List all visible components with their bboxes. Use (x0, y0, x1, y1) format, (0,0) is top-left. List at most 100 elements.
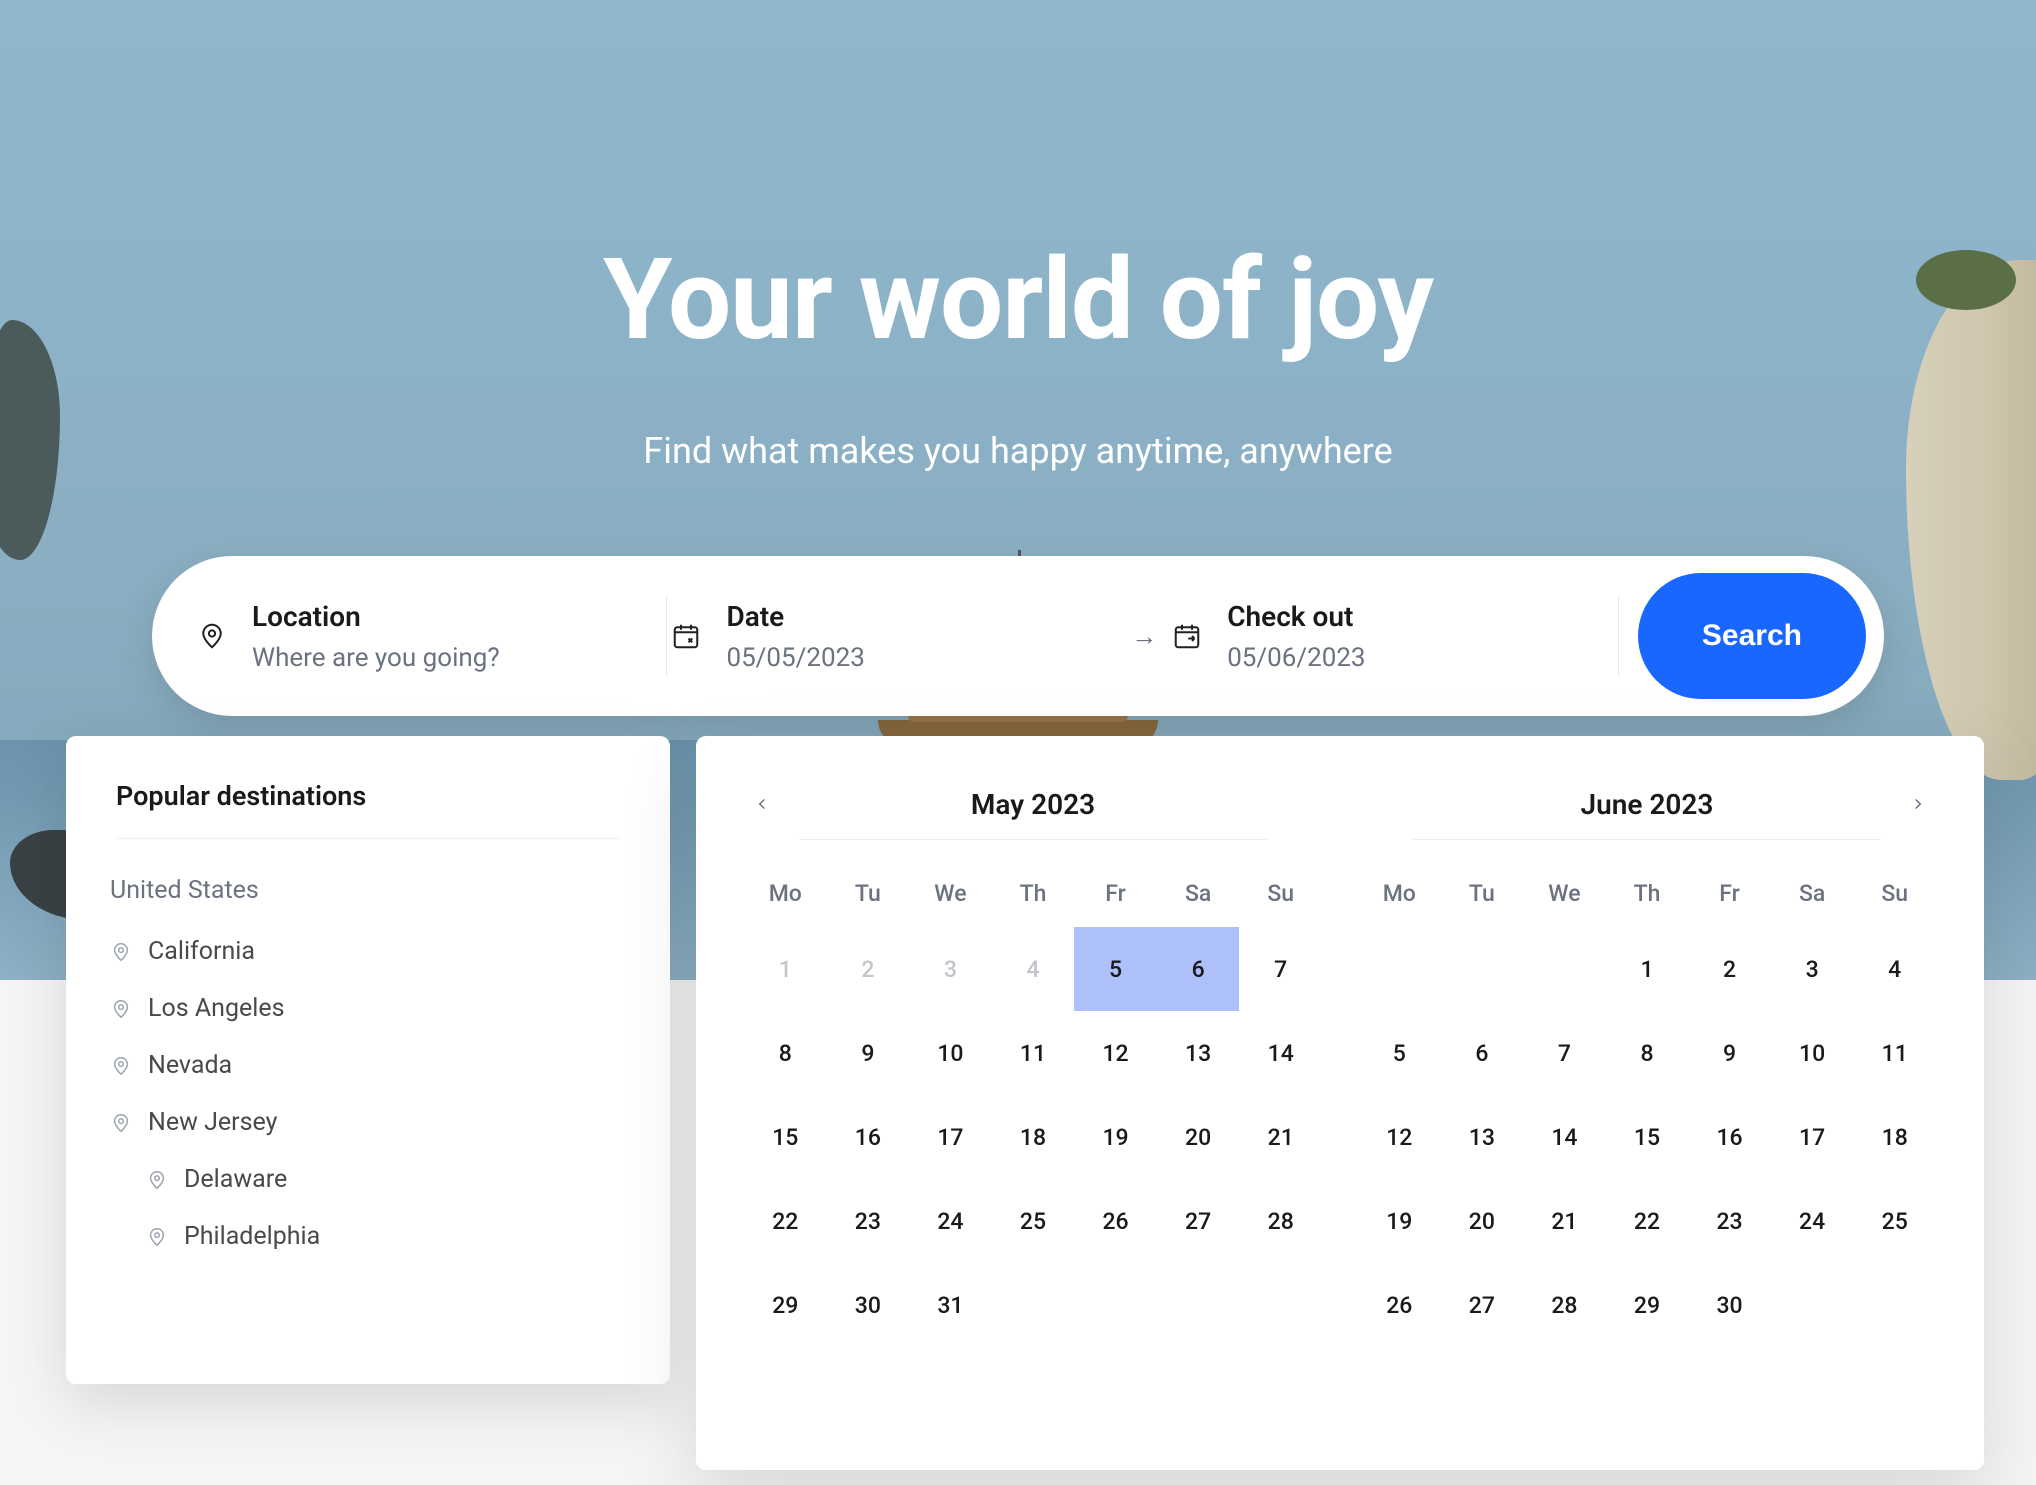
calendar-day[interactable]: 21 (1239, 1095, 1322, 1179)
destination-item[interactable]: Nevada (110, 1037, 622, 1094)
calendar-day[interactable]: 7 (1239, 927, 1322, 1011)
calendar-day[interactable]: 14 (1523, 1095, 1606, 1179)
calendar-day[interactable]: 20 (1441, 1179, 1524, 1263)
calendar-day[interactable]: 9 (1688, 1011, 1771, 1095)
location-pin-icon (146, 1169, 168, 1191)
calendar-day[interactable]: 1 (1606, 927, 1689, 1011)
calendar-day[interactable]: 21 (1523, 1179, 1606, 1263)
calendar-day[interactable]: 10 (909, 1011, 992, 1095)
destination-item[interactable]: Philadelphia (110, 1208, 622, 1265)
calendar-day[interactable]: 14 (1239, 1011, 1322, 1095)
calendar-day[interactable]: 5 (1358, 1011, 1441, 1095)
location-segment[interactable]: Location Where are you going? (194, 600, 668, 673)
calendar-day[interactable]: 29 (1606, 1263, 1689, 1347)
calendar-day[interactable]: 3 (1771, 927, 1854, 1011)
calendar-day-empty (1523, 927, 1606, 1011)
destination-name: New Jersey (148, 1108, 277, 1137)
calendar-day[interactable]: 31 (909, 1263, 992, 1347)
calendar-day-empty (992, 1263, 1075, 1347)
destination-group-label: United States (110, 876, 622, 905)
calendar-day-empty (1441, 927, 1524, 1011)
calendar-day[interactable]: 23 (1688, 1179, 1771, 1263)
calendar-day[interactable]: 5 (1074, 927, 1157, 1011)
calendar-day[interactable]: 12 (1358, 1095, 1441, 1179)
calendar-day[interactable]: 19 (1074, 1095, 1157, 1179)
calendar-day-empty (1771, 1263, 1854, 1347)
checkout-segment[interactable]: Check out 05/06/2023 (1169, 600, 1620, 673)
calendar-day[interactable]: 29 (744, 1263, 827, 1347)
calendar-day[interactable]: 28 (1239, 1179, 1322, 1263)
calendar-day[interactable]: 2 (1688, 927, 1771, 1011)
calendar-day[interactable]: 22 (744, 1179, 827, 1263)
calendar-day[interactable]: 27 (1157, 1179, 1240, 1263)
calendar-day[interactable]: 25 (1853, 1179, 1936, 1263)
calendar-day[interactable]: 30 (1688, 1263, 1771, 1347)
destination-item[interactable]: California (110, 923, 622, 980)
calendar-day[interactable]: 13 (1157, 1011, 1240, 1095)
destination-name: California (148, 937, 255, 966)
calendar-weekday: Sa (1771, 860, 1854, 927)
calendar-day[interactable]: 3 (909, 927, 992, 1011)
destination-item[interactable]: New Jersey (110, 1094, 622, 1151)
search-button[interactable]: Search (1638, 573, 1866, 699)
calendar-day[interactable]: 11 (1853, 1011, 1936, 1095)
calendar-prev-button[interactable] (744, 786, 780, 822)
destination-item[interactable]: Delaware (110, 1151, 622, 1208)
checkin-label: Date (726, 600, 864, 633)
location-pin-icon (194, 618, 230, 654)
calendar-day[interactable]: 6 (1157, 927, 1240, 1011)
calendar-day-empty (1358, 927, 1441, 1011)
calendar-day[interactable]: 30 (827, 1263, 910, 1347)
calendar-day[interactable]: 4 (992, 927, 1075, 1011)
calendar-day[interactable]: 6 (1441, 1011, 1524, 1095)
calendar-day[interactable]: 15 (744, 1095, 827, 1179)
calendar-header: May 2023 (744, 772, 1322, 836)
calendar-day[interactable]: 24 (1771, 1179, 1854, 1263)
calendar-day[interactable]: 4 (1853, 927, 1936, 1011)
calendar-day[interactable]: 18 (992, 1095, 1075, 1179)
location-pin-icon (110, 1055, 132, 1077)
calendar-day[interactable]: 22 (1606, 1179, 1689, 1263)
calendar-day[interactable]: 16 (1688, 1095, 1771, 1179)
calendar-day[interactable]: 20 (1157, 1095, 1240, 1179)
calendar-day[interactable]: 2 (827, 927, 910, 1011)
arrow-right-icon: → (1119, 621, 1169, 652)
checkout-value: 05/06/2023 (1227, 643, 1365, 673)
calendar-day[interactable]: 1 (744, 927, 827, 1011)
calendar-day[interactable]: 25 (992, 1179, 1075, 1263)
calendar-weekday: Th (992, 860, 1075, 927)
calendar-day[interactable]: 18 (1853, 1095, 1936, 1179)
calendar-day[interactable]: 15 (1606, 1095, 1689, 1179)
calendar-day[interactable]: 12 (1074, 1011, 1157, 1095)
checkin-segment[interactable]: Date 05/05/2023 (668, 600, 1119, 673)
hero-subtitle: Find what makes you happy anytime, anywh… (0, 430, 2036, 472)
calendar-day[interactable]: 11 (992, 1011, 1075, 1095)
location-pin-icon (110, 998, 132, 1020)
calendar-day[interactable]: 24 (909, 1179, 992, 1263)
calendar-day[interactable]: 9 (827, 1011, 910, 1095)
destination-item[interactable]: Los Angeles (110, 980, 622, 1037)
calendar-day[interactable]: 26 (1074, 1179, 1157, 1263)
location-pin-icon (110, 941, 132, 963)
calendar-day[interactable]: 17 (1771, 1095, 1854, 1179)
calendar-weekday: Tu (1441, 860, 1524, 927)
calendar-day[interactable]: 13 (1441, 1095, 1524, 1179)
date-range-calendar: May 2023MoTuWeThFrSaSu123456789101112131… (696, 736, 1984, 1470)
calendar-month: June 2023MoTuWeThFrSaSu12345678910111213… (1340, 764, 1954, 1430)
popular-destinations-list[interactable]: United States California Los AngelesNevada… (110, 854, 642, 1360)
calendar-day[interactable]: 8 (744, 1011, 827, 1095)
calendar-next-button[interactable] (1900, 786, 1936, 822)
calendar-day[interactable]: 26 (1358, 1263, 1441, 1347)
calendar-day[interactable]: 10 (1771, 1011, 1854, 1095)
calendar-day[interactable]: 28 (1523, 1263, 1606, 1347)
calendar-day[interactable]: 23 (827, 1179, 910, 1263)
calendar-day[interactable]: 17 (909, 1095, 992, 1179)
calendar-month-title: June 2023 (1581, 788, 1714, 821)
popular-destinations-title: Popular destinations (116, 780, 620, 839)
calendar-day[interactable]: 7 (1523, 1011, 1606, 1095)
calendar-weekday: We (1523, 860, 1606, 927)
calendar-day[interactable]: 19 (1358, 1179, 1441, 1263)
calendar-day[interactable]: 16 (827, 1095, 910, 1179)
calendar-day[interactable]: 8 (1606, 1011, 1689, 1095)
calendar-day[interactable]: 27 (1441, 1263, 1524, 1347)
